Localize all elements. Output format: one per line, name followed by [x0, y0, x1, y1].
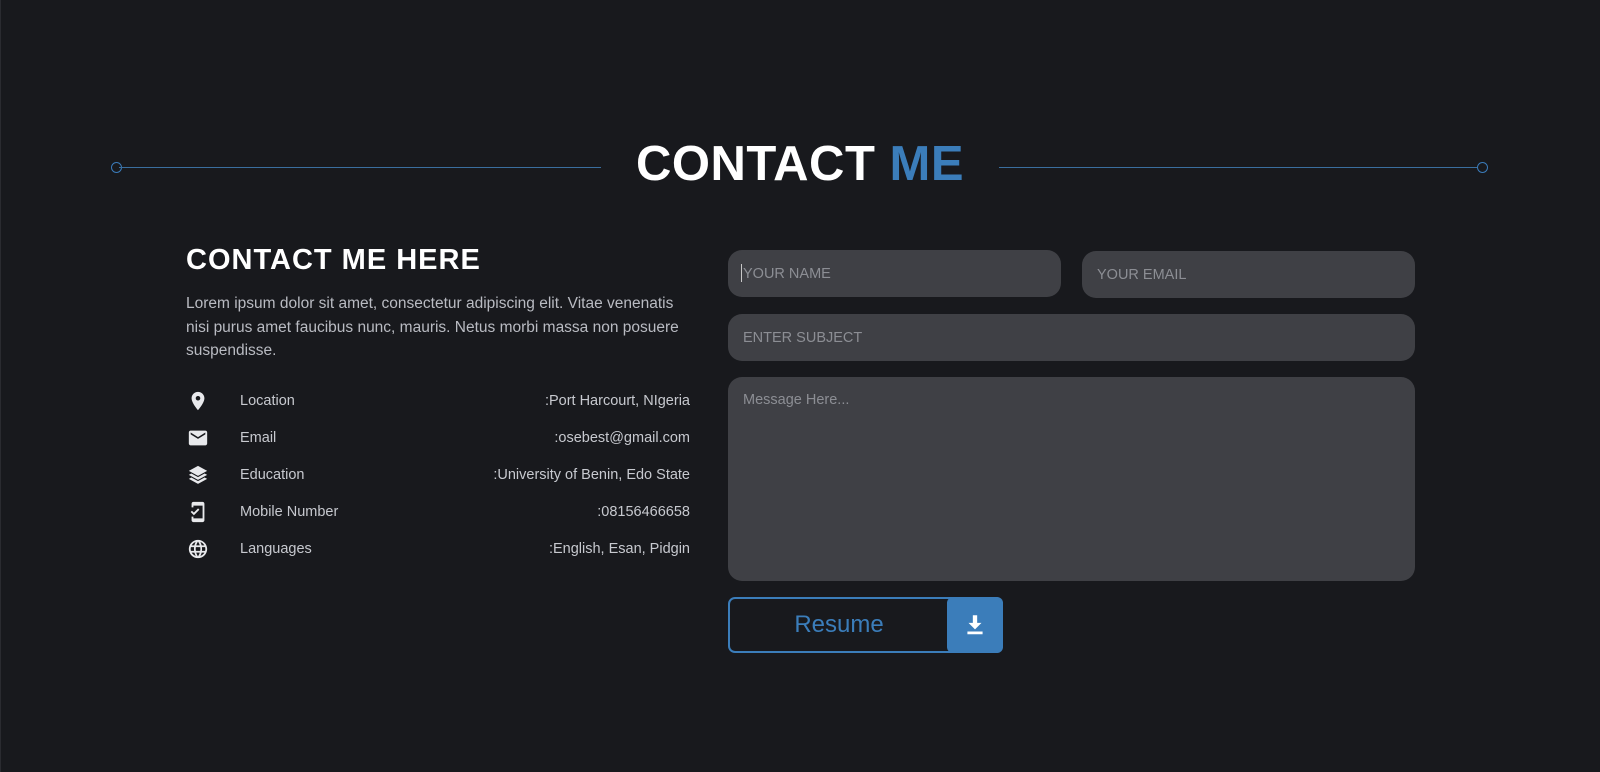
mail-icon	[185, 425, 211, 451]
resume-button-label: Resume	[794, 611, 884, 638]
page-title-main: CONTACT	[635, 137, 876, 191]
download-icon	[947, 597, 1003, 653]
info-row-mobile: Mobile Number :08156466658	[186, 494, 690, 531]
subject-input[interactable]	[728, 314, 1415, 361]
info-row-languages: Languages :English, Esan, Pidgin	[186, 531, 690, 568]
page-title-accent: ME	[889, 137, 964, 191]
info-label-languages: Languages	[240, 541, 312, 557]
info-value-location: :Port Harcourt, NIgeria	[544, 393, 690, 409]
resume-download-button[interactable]: Resume	[728, 597, 1003, 653]
info-value-email: :osebest@gmail.com	[554, 430, 690, 446]
contact-info-section: CONTACT ME HERE Lorem ipsum dolor sit am…	[186, 240, 690, 568]
info-value-education: :University of Benin, Edo State	[493, 467, 690, 483]
title-line-left	[119, 167, 601, 168]
globe-icon	[185, 536, 211, 562]
graduation-icon	[185, 462, 211, 488]
info-value-languages: :English, Esan, Pidgin	[548, 541, 690, 557]
contact-page: CONTACT ME CONTACT ME HERE Lorem ipsum d…	[0, 0, 1600, 772]
info-label-mobile: Mobile Number	[240, 504, 339, 520]
name-input[interactable]	[728, 250, 1061, 297]
mobile-phone-icon	[185, 499, 211, 525]
title-line-right-dot	[1477, 162, 1488, 173]
page-title: CONTACT ME	[605, 134, 995, 194]
info-row-education: Education :University of Benin, Edo Stat…	[186, 457, 690, 494]
info-label-location: Location	[240, 393, 295, 409]
text-cursor	[741, 264, 742, 282]
info-label-education: Education	[240, 467, 305, 483]
contact-info-description: Lorem ipsum dolor sit amet, consectetur …	[186, 295, 679, 359]
title-row: CONTACT ME	[111, 128, 1489, 208]
info-value-mobile: :08156466658	[597, 504, 690, 520]
message-textarea[interactable]	[728, 377, 1415, 581]
contact-info-heading: CONTACT ME HERE	[186, 244, 481, 276]
info-row-email: Email :osebest@gmail.com	[186, 420, 690, 457]
info-row-location: Location :Port Harcourt, NIgeria	[186, 383, 690, 420]
info-label-email: Email	[240, 430, 277, 446]
contact-info-list: Location :Port Harcourt, NIgeria Email :…	[186, 383, 690, 568]
title-line-right	[999, 167, 1481, 168]
email-input[interactable]	[1082, 251, 1415, 298]
location-pin-icon	[185, 388, 211, 414]
